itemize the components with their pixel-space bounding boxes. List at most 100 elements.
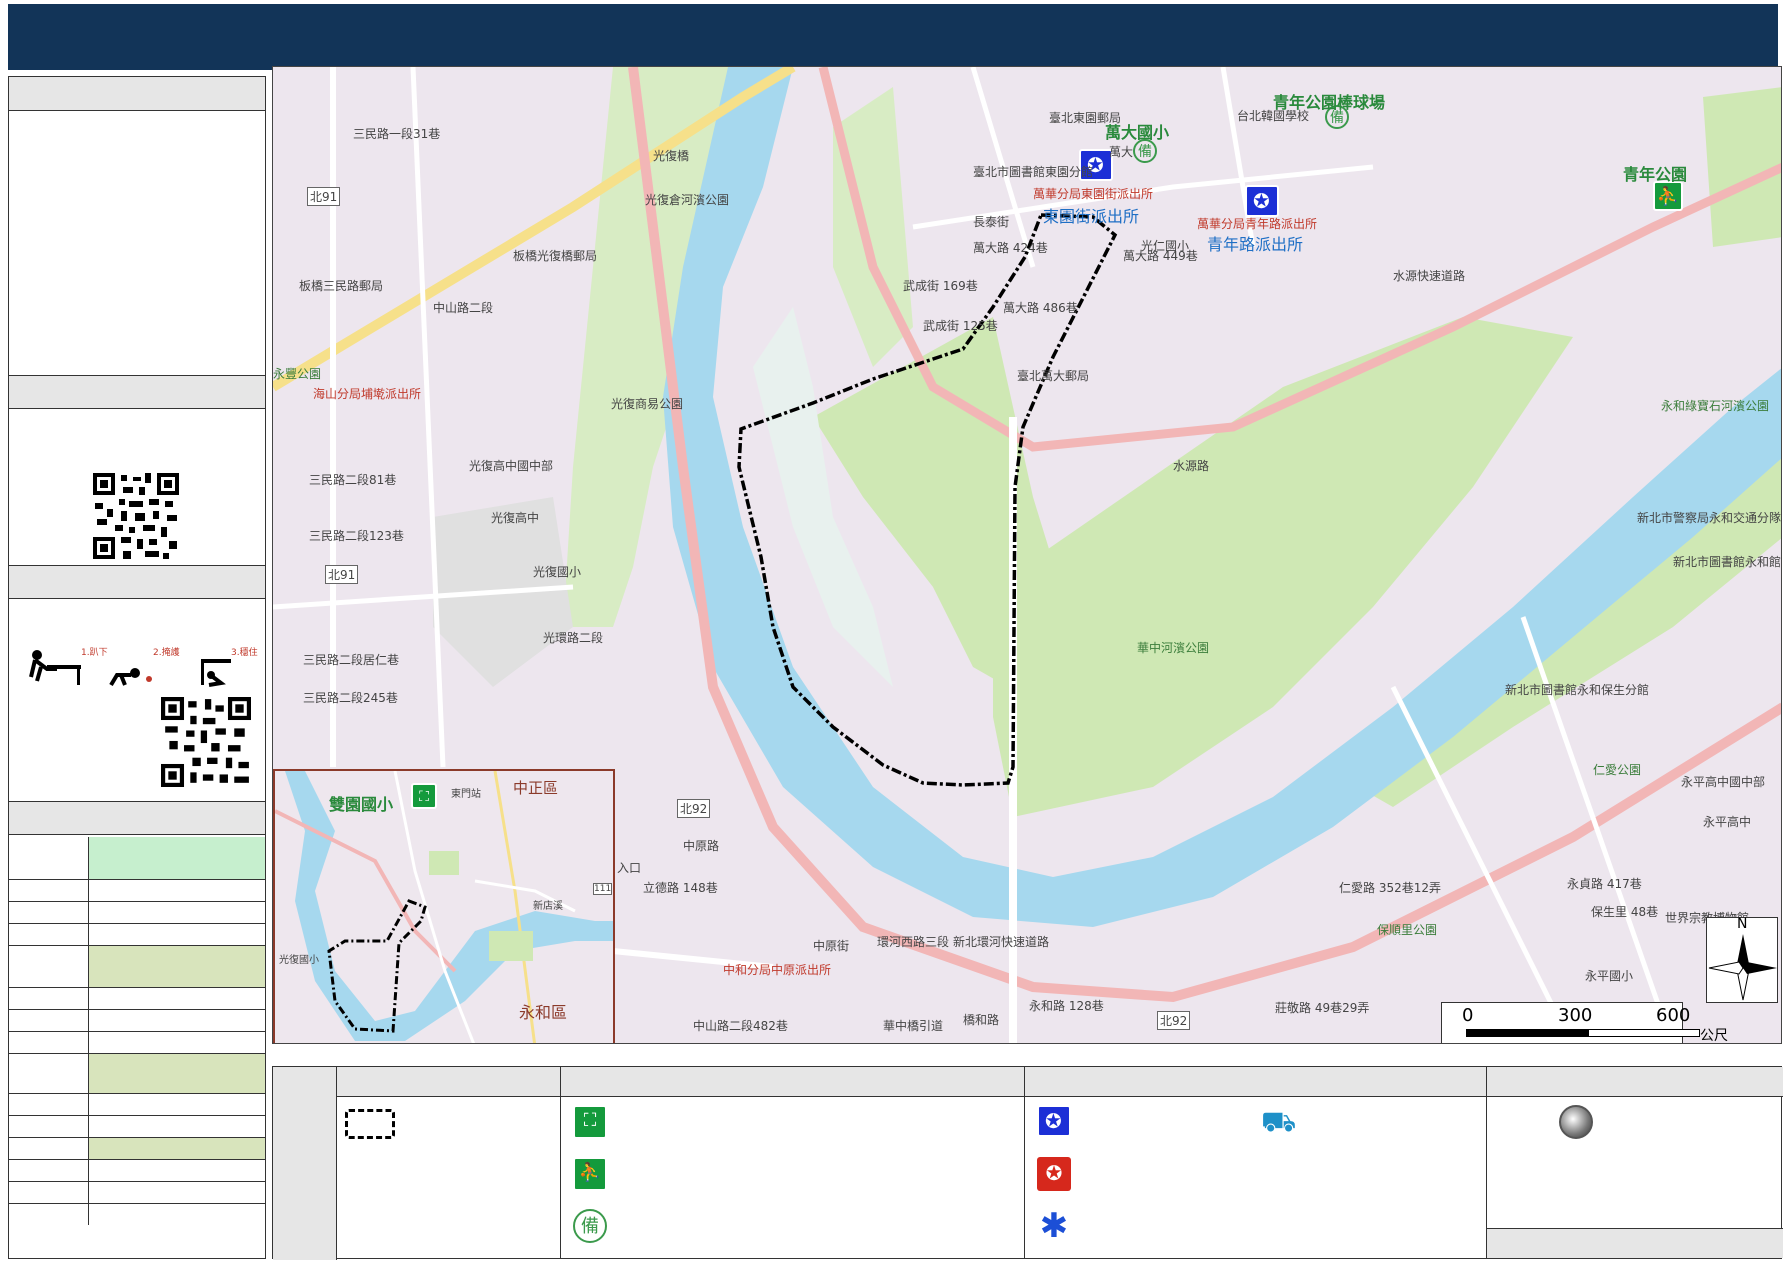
table-row — [9, 1159, 265, 1181]
section-header-intro — [9, 77, 265, 111]
table-row — [9, 1137, 265, 1159]
inset-dongmen-label: 東門站 — [451, 789, 481, 800]
title-bar — [8, 4, 1778, 70]
scale-unit: 公尺 — [1700, 1028, 1728, 1044]
qr-code-drill[interactable] — [161, 697, 251, 787]
shelter-icon[interactable]: ⛹ — [1653, 181, 1683, 211]
youth-park-label: 青年公園 — [1623, 165, 1688, 184]
qr-code[interactable] — [93, 473, 179, 559]
guangfu-riverside-park-label: 光復倉河濱公園 — [645, 193, 730, 207]
inset-river-label: 新店溪 — [533, 901, 563, 912]
table-row — [9, 837, 265, 879]
road-label: 水源快速道路 — [1393, 269, 1466, 283]
table-row — [9, 1115, 265, 1137]
table-row — [9, 1203, 265, 1225]
medical-icon: ✱ — [1039, 1207, 1069, 1245]
yongfu-park-label: 永和綠寶石河濱公園 — [1661, 399, 1770, 413]
evacuation-icon: ⛶ — [411, 783, 437, 809]
table-row — [9, 923, 265, 945]
drill-illustration: 1.趴下 2.掩護 3.穩住 — [29, 646, 258, 687]
info-table — [9, 837, 265, 1225]
main-map[interactable]: ⛹ 備 備 萬大國小 萬大 青年公園棒球場 青年公園 東園街派出所 青年路派出所… — [272, 66, 1782, 1044]
road-label: 橋和路 — [963, 1013, 1000, 1027]
legend-side-header — [273, 1067, 337, 1260]
inset-guangfu-label: 光復國小 — [279, 955, 319, 966]
legend-col-1 — [337, 1097, 561, 1258]
road-label: 立德路 148巷 — [643, 881, 718, 895]
legend-header-2 — [561, 1067, 1025, 1097]
guangfu-high-label: 光復高中 — [491, 511, 540, 525]
evacuation-icon: ⛶ — [573, 1105, 607, 1139]
road-label: 中原街 — [813, 939, 850, 953]
inset-highway-shield: 111 — [593, 883, 613, 895]
wanda-post-label: 臺北萬大郵局 — [1017, 369, 1090, 383]
inset-zhongzheng-label: 中正區 — [513, 779, 559, 797]
legend-col-3: ✪ ✱ ⛟ — [1025, 1097, 1487, 1258]
road-label: 環河西路三段 — [877, 935, 950, 949]
road-label: 中山路二段 — [433, 301, 494, 315]
road-label: 莊敬路 49巷29弄 — [1275, 1001, 1370, 1015]
intro-text-box — [9, 111, 265, 375]
legend-header-1 — [337, 1067, 561, 1097]
drill-tag-2: 2.掩護 — [153, 646, 180, 658]
legend-header-3 — [1025, 1067, 1487, 1097]
highway-shield: 北92 — [677, 799, 711, 818]
road-label: 萬大路 424巷 — [973, 241, 1048, 255]
cover-icon: 2.掩護 — [109, 646, 180, 687]
section-header-qr — [9, 375, 265, 409]
korean-school-label: 台北韓國學校 — [1237, 109, 1310, 123]
road-label: 仁愛路 352巷12弄 — [1339, 881, 1441, 895]
legend-footer — [1487, 1228, 1783, 1258]
road-label: 水源路 — [1173, 459, 1210, 473]
table-row — [9, 987, 265, 1009]
highway-shield: 北91 — [307, 187, 341, 206]
wanhua-dongyuan-label: 萬華分局東園街派出所 — [1033, 187, 1154, 201]
aed-icon — [1559, 1105, 1593, 1139]
scale-bar: 0 300 600 公尺 — [1441, 1002, 1728, 1043]
road-label: 永和路 128巷 — [1029, 999, 1104, 1013]
drill-tag-1: 1.趴下 — [81, 647, 108, 658]
entrance-label: 入口 — [617, 861, 642, 875]
guangfu-high-jr-label: 光復高中國中部 — [469, 459, 554, 473]
legend-header-4 — [1487, 1067, 1783, 1097]
road-label: 三民路二段245巷 — [303, 691, 398, 705]
highway-shield: 北92 — [1157, 1011, 1191, 1030]
road-label: 三民路二段81巷 — [309, 473, 397, 487]
table-row — [9, 945, 265, 987]
boundary-icon — [345, 1109, 395, 1139]
banqiao-post-label: 板橋光復橋郵局 — [513, 249, 598, 263]
road-label: 長泰街 — [973, 215, 1010, 229]
zhonghe-police-label: 中和分局中原派出所 — [723, 963, 832, 977]
legend-col-4 — [1487, 1097, 1783, 1258]
road-label: 武成街 169巷 — [903, 279, 978, 293]
road-label: 三民路一段31巷 — [353, 127, 441, 141]
scale-tick-1: 300 — [1558, 1005, 1593, 1026]
yonghe-baosheng-label: 新北市圖書館永和保生分館 — [1505, 683, 1650, 697]
police-icon[interactable] — [1245, 185, 1279, 217]
road-label: 中原路 — [683, 839, 720, 853]
inset-map[interactable]: 雙園國小 ⛶ 中正區 永和區 新店溪 東門站 光復國小 111 — [273, 769, 615, 1043]
inset-yonghe-label: 永和區 — [519, 1003, 568, 1022]
hold-icon: 3.穩住 — [201, 646, 258, 687]
backup-icon: 備 — [573, 1209, 607, 1243]
road-label: 光環路二段 — [543, 631, 604, 645]
compass-icon — [1708, 934, 1777, 1001]
sanmin-post-label: 板橋三民路郵局 — [299, 279, 384, 293]
yonghe-library-label: 新北市圖書館永和館 — [1673, 555, 1782, 569]
road-label: 華中橋引道 — [883, 1019, 944, 1033]
dongyuan-post-label: 臺北東園郵局 — [1049, 111, 1122, 125]
road-label: 三民路二段居仁巷 — [303, 653, 400, 667]
qingnian-police-label: 青年路派出所 — [1207, 235, 1304, 254]
road-label: 三民路二段123巷 — [309, 529, 404, 543]
inset-shuangyuan-label: 雙園國小 — [329, 795, 394, 814]
table-row — [9, 1031, 265, 1053]
table-row — [9, 1093, 265, 1115]
section-header-table — [9, 801, 265, 835]
table-row — [9, 1009, 265, 1031]
table-row — [9, 1053, 265, 1093]
yongfeng-park-label: 永豐公園 — [273, 367, 322, 381]
road-label: 萬大路 449巷 — [1123, 249, 1198, 263]
yongping-high-label: 永平高中 — [1703, 815, 1752, 829]
guangfu-business-park-label: 光復商易公園 — [611, 397, 684, 411]
police-icon — [1037, 1105, 1071, 1137]
